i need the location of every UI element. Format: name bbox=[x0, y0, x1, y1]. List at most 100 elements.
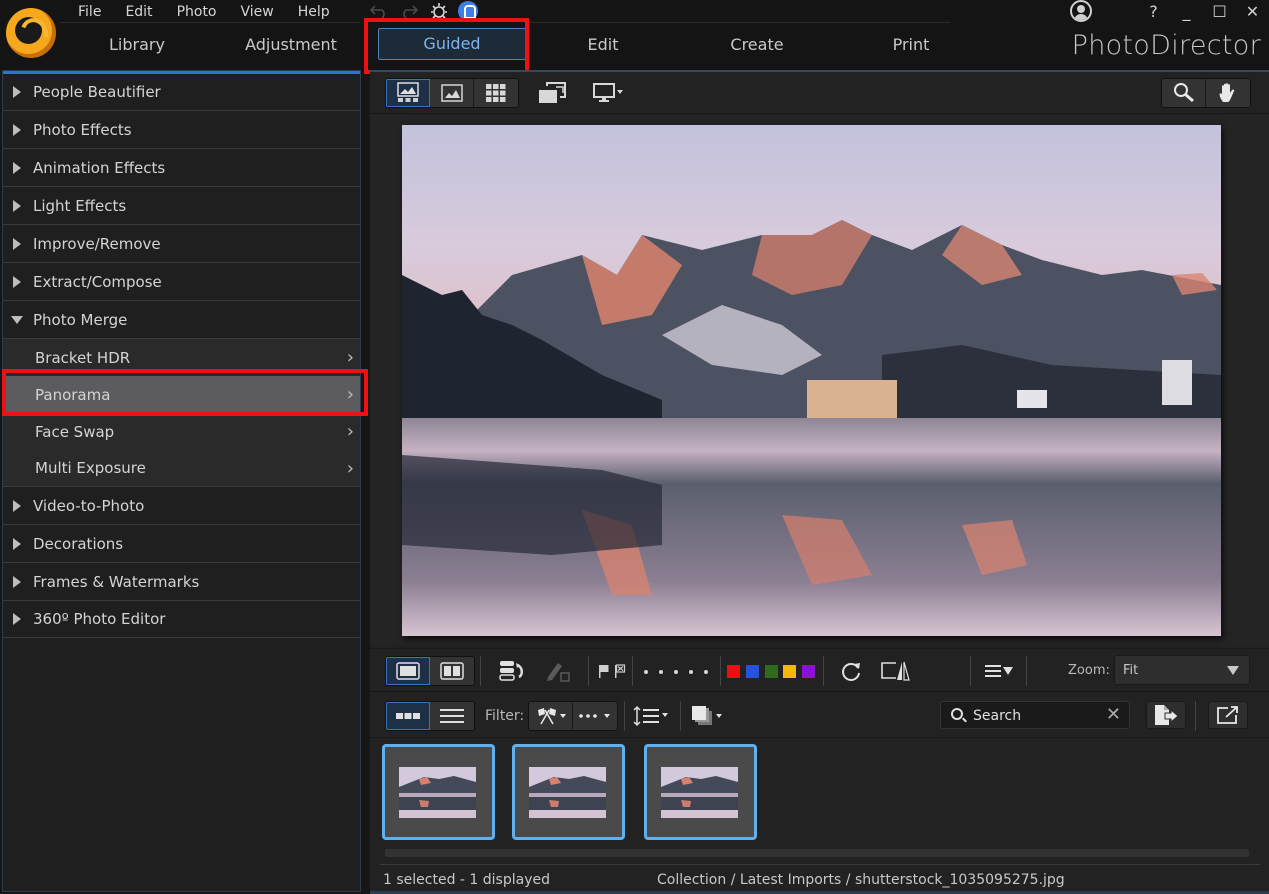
single-view-button[interactable] bbox=[386, 657, 430, 685]
view-mode-grid-button[interactable] bbox=[474, 79, 518, 107]
section-extract-compose[interactable]: Extract/Compose bbox=[3, 264, 360, 301]
color-label-yellow[interactable] bbox=[783, 665, 796, 678]
flip-button[interactable] bbox=[878, 656, 912, 686]
redo-icon[interactable] bbox=[398, 0, 420, 22]
close-button[interactable]: ✕ bbox=[1236, 2, 1269, 21]
expand-triangle-icon bbox=[13, 162, 21, 174]
file-path-status: Collection / Latest Imports / shuttersto… bbox=[657, 872, 1065, 888]
section-animation-effects[interactable]: Animation Effects bbox=[3, 150, 360, 187]
zoom-dropdown[interactable]: Fit bbox=[1114, 655, 1250, 685]
export-button[interactable] bbox=[1146, 701, 1186, 729]
filmstrip-mode-group bbox=[385, 701, 475, 731]
search-input[interactable] bbox=[973, 706, 1103, 726]
merge-item-panorama[interactable]: Panorama › bbox=[3, 376, 360, 413]
section-360-photo-editor[interactable]: 360º Photo Editor bbox=[3, 601, 360, 638]
section-improve-remove[interactable]: Improve/Remove bbox=[3, 226, 360, 263]
chevron-right-icon: › bbox=[346, 421, 354, 442]
help-button[interactable]: ? bbox=[1137, 2, 1170, 21]
menu-file[interactable]: File bbox=[66, 0, 113, 22]
tab-edit[interactable]: Edit bbox=[526, 26, 680, 64]
notification-icon[interactable] bbox=[458, 1, 478, 21]
expand-triangle-icon bbox=[13, 238, 21, 250]
compare-view-button[interactable] bbox=[430, 657, 474, 685]
clear-search-icon[interactable]: ✕ bbox=[1106, 704, 1121, 725]
divider bbox=[588, 656, 589, 686]
sort-order-dropdown[interactable] bbox=[632, 701, 672, 731]
section-decorations[interactable]: Decorations bbox=[3, 526, 360, 563]
app-logo bbox=[6, 8, 56, 58]
section-people-beautifier[interactable]: People Beautifier bbox=[3, 74, 360, 111]
section-photo-merge[interactable]: Photo Merge bbox=[3, 302, 360, 339]
undo-icon[interactable] bbox=[368, 0, 390, 22]
rating-dot-3[interactable] bbox=[674, 670, 678, 674]
filmstrip-toolbar: Filter: ✕ bbox=[370, 694, 1269, 738]
hand-icon bbox=[1219, 83, 1235, 102]
maximize-button[interactable]: ☐ bbox=[1203, 2, 1236, 21]
merge-item-bracket-hdr[interactable]: Bracket HDR › bbox=[3, 339, 360, 376]
section-frames-watermarks[interactable]: Frames & Watermarks bbox=[3, 564, 360, 601]
tab-adjustment[interactable]: Adjustment bbox=[214, 26, 368, 64]
rating-dot-5[interactable] bbox=[704, 670, 708, 674]
section-light-effects[interactable]: Light Effects bbox=[3, 188, 360, 225]
user-account-icon[interactable] bbox=[1070, 0, 1092, 22]
edit-brush-button[interactable] bbox=[542, 656, 574, 686]
side-by-side-icon bbox=[440, 662, 464, 680]
filmstrip-thumbnail-1[interactable] bbox=[382, 744, 495, 840]
filmstrip-scrollbar[interactable] bbox=[385, 849, 1249, 857]
tab-create[interactable]: Create bbox=[680, 26, 834, 64]
pan-tool-button[interactable] bbox=[1206, 79, 1250, 107]
menu-view[interactable]: View bbox=[229, 0, 286, 22]
thumbnails-icon bbox=[395, 713, 420, 719]
flag-pick-button[interactable] bbox=[596, 656, 612, 686]
export-file-icon bbox=[1155, 705, 1179, 725]
filmstrip-thumbnail-3[interactable] bbox=[644, 744, 757, 840]
share-button[interactable] bbox=[1208, 701, 1248, 729]
rating-dot-4[interactable] bbox=[689, 670, 693, 674]
menu-photo[interactable]: Photo bbox=[165, 0, 229, 22]
merge-item-face-swap[interactable]: Face Swap › bbox=[3, 413, 360, 450]
color-label-blue[interactable] bbox=[746, 665, 759, 678]
thumbnail-mode-button[interactable] bbox=[386, 702, 430, 730]
section-video-to-photo[interactable]: Video-to-Photo bbox=[3, 488, 360, 525]
search-icon bbox=[951, 708, 963, 720]
tab-library[interactable]: Library bbox=[60, 26, 214, 64]
color-label-red[interactable] bbox=[727, 665, 740, 678]
rating-dot-2[interactable] bbox=[659, 670, 663, 674]
zoom-tool-button[interactable] bbox=[1162, 79, 1206, 107]
menu-edit[interactable]: Edit bbox=[113, 0, 164, 22]
reset-history-button[interactable] bbox=[495, 656, 529, 686]
section-label: Extract/Compose bbox=[33, 273, 162, 291]
display-monitor-dropdown[interactable] bbox=[590, 78, 628, 108]
rating-filter-dropdown[interactable] bbox=[573, 702, 617, 730]
pencil-icon bbox=[547, 663, 570, 682]
search-field[interactable]: ✕ bbox=[940, 701, 1130, 729]
section-photo-effects[interactable]: Photo Effects bbox=[3, 112, 360, 149]
rotate-button[interactable] bbox=[837, 656, 865, 686]
flag-filter-dropdown[interactable] bbox=[529, 702, 573, 730]
settings-gear-icon[interactable] bbox=[428, 0, 450, 22]
external-share-icon bbox=[1217, 706, 1238, 724]
color-label-green[interactable] bbox=[765, 665, 778, 678]
view-mode-viewer-filmstrip-button[interactable] bbox=[386, 79, 430, 107]
section-label: 360º Photo Editor bbox=[33, 610, 166, 628]
minimize-button[interactable]: _ bbox=[1170, 2, 1203, 21]
filmstrip-thumbnail-2[interactable] bbox=[512, 744, 625, 840]
workspace-border bbox=[370, 70, 1269, 72]
menu-help[interactable]: Help bbox=[286, 0, 342, 22]
swap-display-button[interactable] bbox=[535, 78, 569, 108]
photo-viewer[interactable] bbox=[370, 115, 1269, 645]
stack-dropdown[interactable] bbox=[690, 701, 724, 731]
color-label-purple[interactable] bbox=[802, 665, 815, 678]
zoom-value: Fit bbox=[1123, 663, 1139, 678]
expand-triangle-icon bbox=[13, 124, 21, 136]
sort-display-dropdown[interactable] bbox=[982, 656, 1016, 686]
merge-item-multi-exposure[interactable]: Multi Exposure › bbox=[3, 450, 360, 487]
tab-guided[interactable]: Guided bbox=[368, 26, 526, 64]
divider bbox=[970, 656, 971, 686]
view-mode-viewer-button[interactable] bbox=[430, 79, 474, 107]
rating-dots-icon bbox=[579, 714, 610, 718]
list-mode-button[interactable] bbox=[430, 702, 474, 730]
flag-reject-button[interactable] bbox=[612, 656, 628, 686]
tab-print[interactable]: Print bbox=[834, 26, 988, 64]
rating-dot-1[interactable] bbox=[644, 670, 648, 674]
